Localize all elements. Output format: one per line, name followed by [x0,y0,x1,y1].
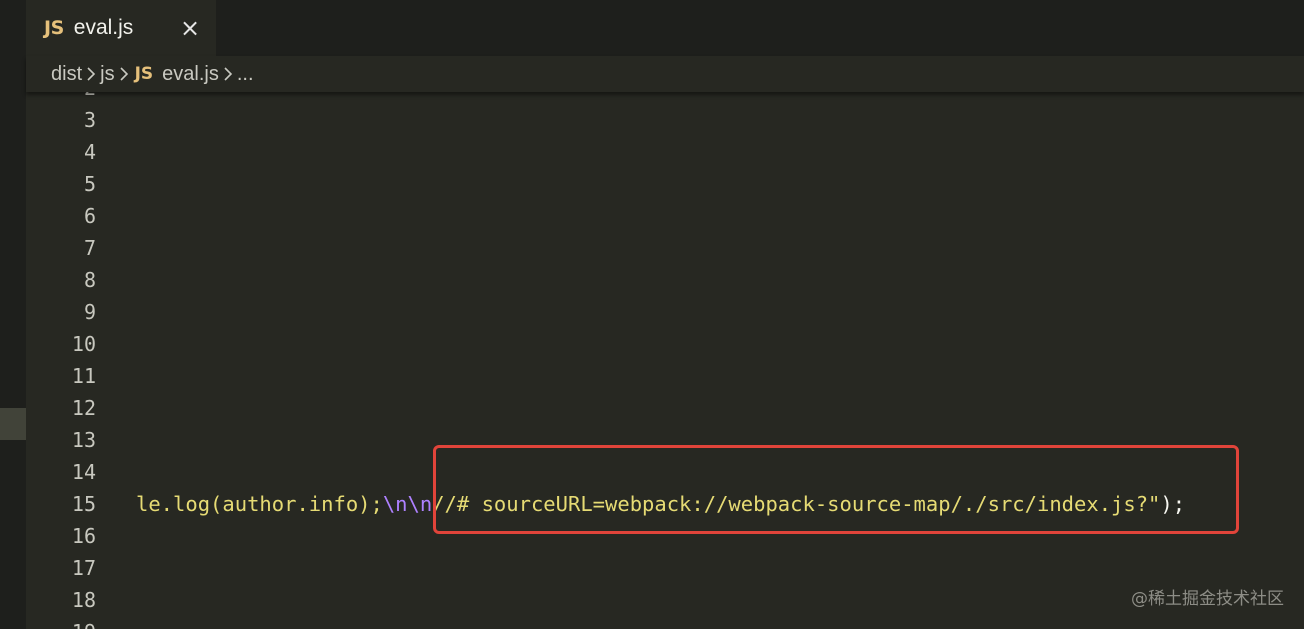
line-number: 4 [83,140,96,164]
line-number: 6 [83,204,96,228]
js-file-icon: JS [134,64,154,84]
tab-bar: JS eval.js × [26,0,1304,56]
line-number: 18 [71,588,96,612]
line-number: 16 [71,524,96,548]
close-icon[interactable]: × [178,14,202,42]
line-number: 8 [83,268,96,292]
breadcrumb-item-js[interactable]: js [100,63,114,86]
line-number: 17 [71,556,96,580]
code-token-escape: \n\n [382,492,433,516]
line-number: 12 [71,396,96,420]
line-number: 7 [83,236,96,260]
breadcrumb-item-symbols[interactable]: ... [237,63,254,86]
line-number: 11 [71,364,96,388]
line-number: 5 [83,172,96,196]
tab-eval-js[interactable]: JS eval.js × [26,0,216,56]
js-file-icon: JS [44,17,64,39]
line-number: 15 [71,492,96,516]
line-number: 9 [83,300,96,324]
code-token-statement: le.log(author.info); [136,492,383,516]
tab-label: eval.js [73,16,134,39]
breadcrumb: dist js JS eval.js ... [26,56,1304,92]
scroll-marker [0,408,26,440]
line-number: 10 [71,332,96,356]
chevron-right-icon [219,56,237,92]
breadcrumb-item-eval-js[interactable]: eval.js [162,63,219,86]
line-number: 2 [26,92,96,104]
highlight-annotation-box [433,445,1239,534]
breadcrumb-item-dist[interactable]: dist [51,63,82,86]
line-number: 19 [26,616,96,629]
code-editor[interactable]: 2 3 4 5 6 7 8 9 10 11 12 13 14 15 16 17 18 19 le.log(auth… [26,92,1304,629]
chevron-right-icon [115,56,133,92]
line-number-gutter: 2 3 4 5 6 7 8 9 10 11 12 13 14 15 16 17 18 19 [26,92,96,629]
activity-strip [0,0,26,629]
line-number: 14 [71,460,96,484]
chevron-right-icon [82,56,100,92]
line-number: 13 [71,428,96,452]
line-number: 3 [83,108,96,132]
watermark: @稀土掘金技术社区 [1131,589,1284,609]
